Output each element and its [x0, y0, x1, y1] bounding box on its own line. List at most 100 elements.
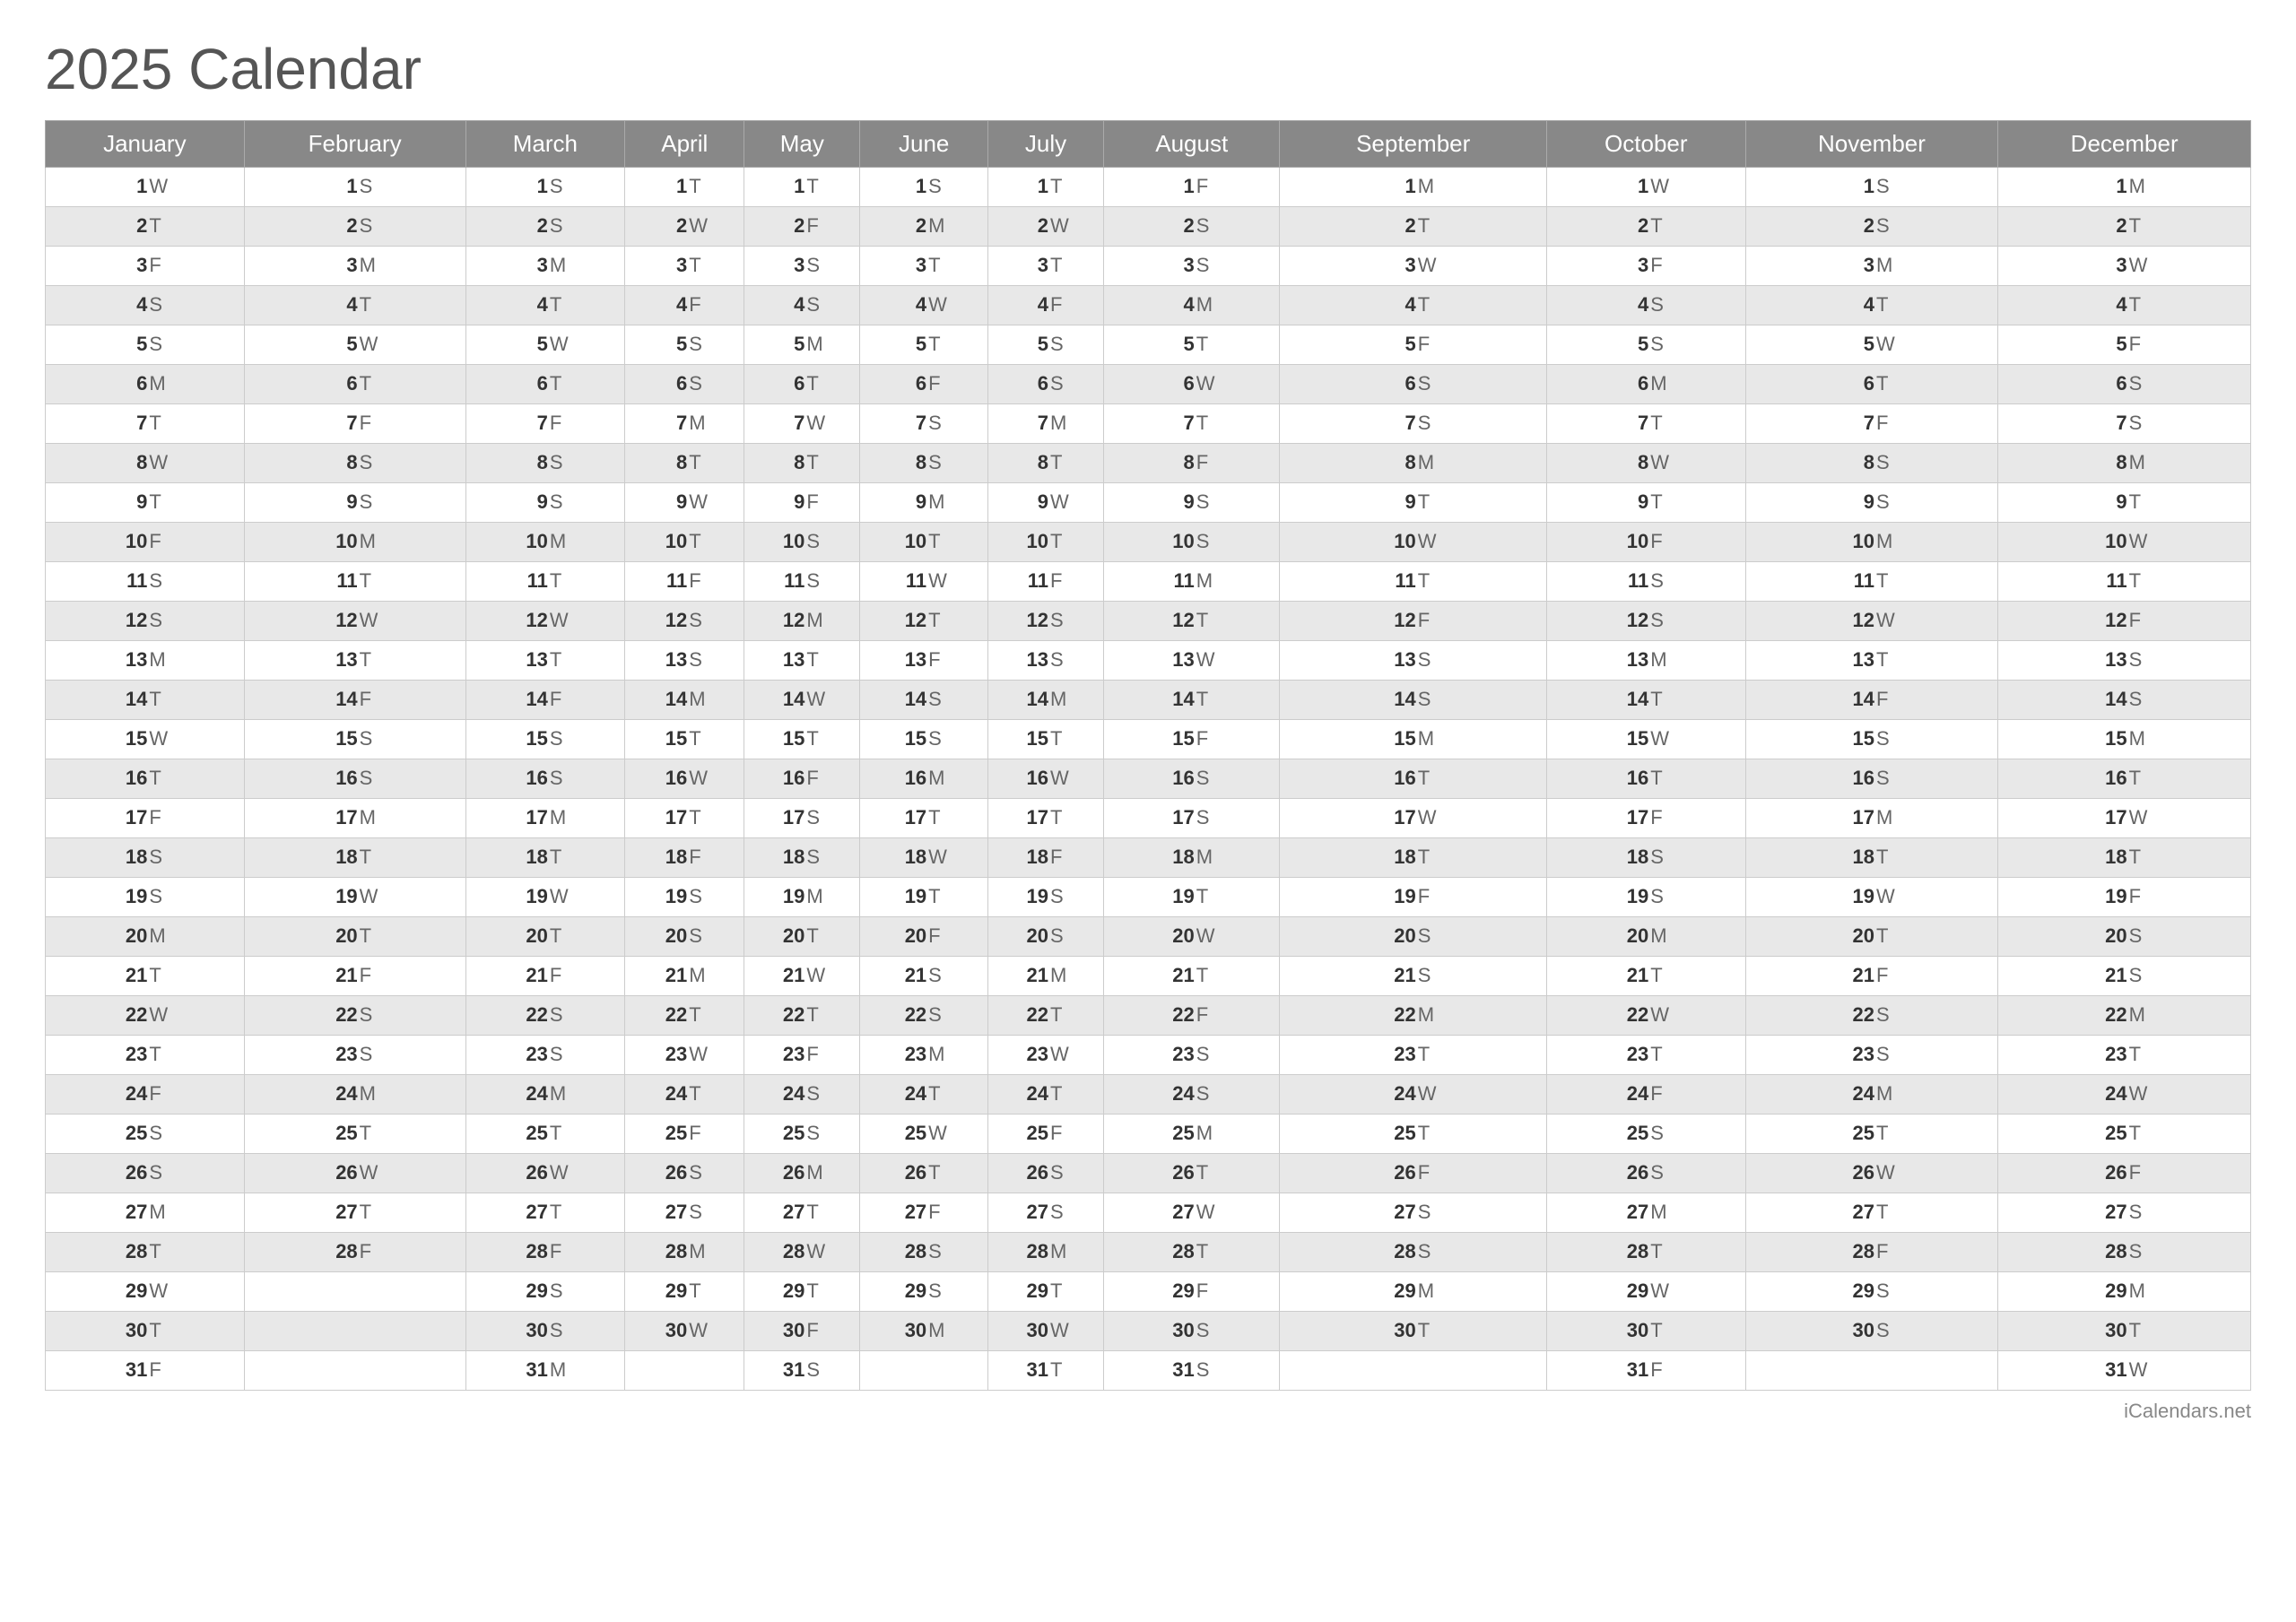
day-number: 7: [1170, 412, 1195, 435]
day-cell: 14F: [1745, 681, 1998, 720]
day-letter: T: [1650, 1319, 1668, 1342]
day-number: 26: [662, 1161, 687, 1184]
day-cell: 13S: [1998, 641, 2251, 681]
day-cell: 4W: [860, 286, 988, 325]
day-cell: 1T: [744, 168, 860, 207]
day-cell: 12T: [860, 602, 988, 641]
day-letter: T: [928, 1082, 946, 1106]
day-cell: 23S: [465, 1036, 624, 1075]
day-cell: 29M: [1280, 1272, 1546, 1312]
day-letter: M: [550, 1358, 568, 1382]
table-row: 11S11T11T11F11S11W11F11M11T11S11T11T: [46, 562, 2251, 602]
day-letter: W: [1876, 1161, 1894, 1184]
day-letter: S: [928, 451, 946, 474]
day-cell: 7T: [1546, 404, 1745, 444]
day-letter: S: [1050, 609, 1068, 632]
day-number: 5: [523, 333, 548, 356]
day-number: 26: [333, 1161, 358, 1184]
day-cell: 3W: [1998, 247, 2251, 286]
day-number: 6: [1023, 372, 1048, 395]
day-cell: [1280, 1351, 1546, 1391]
day-number: 24: [122, 1082, 147, 1106]
day-cell: 21W: [744, 957, 860, 996]
day-number: 7: [1023, 412, 1048, 435]
day-number: 22: [1849, 1003, 1874, 1027]
day-letter: M: [2129, 1279, 2147, 1303]
day-cell: 10F: [46, 523, 245, 562]
day-number: 21: [122, 964, 147, 987]
day-letter: T: [928, 333, 946, 356]
day-letter: F: [1418, 333, 1436, 356]
day-cell: 29F: [1103, 1272, 1279, 1312]
day-letter: T: [689, 1279, 707, 1303]
day-cell: 17F: [1546, 799, 1745, 838]
day-letter: F: [928, 924, 946, 948]
day-letter: T: [149, 1043, 167, 1066]
day-number: 14: [122, 688, 147, 711]
day-letter: F: [1050, 846, 1068, 869]
day-cell: 26S: [988, 1154, 1104, 1193]
day-cell: 16W: [625, 759, 744, 799]
day-letter: M: [2129, 175, 2147, 198]
day-letter: W: [806, 688, 824, 711]
day-cell: 22T: [744, 996, 860, 1036]
table-row: 8W8S8S8T8T8S8T8F8M8W8S8M: [46, 444, 2251, 483]
day-letter: S: [360, 767, 378, 790]
day-cell: 25S: [1546, 1115, 1745, 1154]
day-number: 27: [779, 1201, 804, 1224]
day-letter: T: [689, 1003, 707, 1027]
day-cell: 6S: [625, 365, 744, 404]
day-number: 19: [779, 885, 804, 908]
day-number: 1: [2102, 175, 2127, 198]
day-letter: S: [1876, 1319, 1894, 1342]
day-letter: M: [1650, 372, 1668, 395]
day-number: 10: [1849, 530, 1874, 553]
table-row: 19S19W19W19S19M19T19S19T19F19S19W19F: [46, 878, 2251, 917]
day-number: 27: [1391, 1201, 1416, 1224]
day-cell: 18T: [244, 838, 465, 878]
day-letter: F: [1650, 806, 1668, 829]
day-letter: M: [1196, 846, 1214, 869]
day-number: 19: [1623, 885, 1648, 908]
day-cell: 22T: [988, 996, 1104, 1036]
day-letter: T: [806, 1003, 824, 1027]
day-number: 8: [1170, 451, 1195, 474]
day-number: 7: [901, 412, 926, 435]
day-cell: 12F: [1280, 602, 1546, 641]
day-letter: S: [149, 609, 167, 632]
day-letter: F: [1876, 964, 1894, 987]
day-number: 3: [2102, 254, 2127, 277]
day-cell: 24W: [1998, 1075, 2251, 1115]
day-cell: 13W: [1103, 641, 1279, 681]
day-letter: M: [1876, 806, 1894, 829]
day-letter: S: [1876, 767, 1894, 790]
day-letter: T: [1650, 214, 1668, 238]
day-number: 30: [1391, 1319, 1416, 1342]
day-letter: T: [806, 727, 824, 750]
day-cell: 28T: [46, 1233, 245, 1272]
day-number: 29: [779, 1279, 804, 1303]
day-cell: 1S: [860, 168, 988, 207]
day-number: 17: [1023, 806, 1048, 829]
day-number: 30: [1170, 1319, 1195, 1342]
day-letter: W: [1050, 1043, 1068, 1066]
day-number: 23: [122, 1043, 147, 1066]
day-cell: 30T: [1998, 1312, 2251, 1351]
day-cell: 10T: [860, 523, 988, 562]
table-row: 16T16S16S16W16F16M16W16S16T16T16S16T: [46, 759, 2251, 799]
day-letter: W: [1650, 451, 1668, 474]
day-letter: T: [689, 175, 707, 198]
day-number: 13: [333, 648, 358, 672]
day-number: 22: [1391, 1003, 1416, 1027]
day-cell: 15S: [244, 720, 465, 759]
day-cell: 4T: [1998, 286, 2251, 325]
day-letter: F: [1876, 688, 1894, 711]
day-cell: 28W: [744, 1233, 860, 1272]
day-number: 15: [779, 727, 804, 750]
day-cell: 19S: [1546, 878, 1745, 917]
day-cell: 23T: [46, 1036, 245, 1075]
day-letter: T: [1196, 1161, 1214, 1184]
day-cell: 20W: [1103, 917, 1279, 957]
day-cell: 30T: [1546, 1312, 1745, 1351]
day-letter: F: [689, 293, 707, 317]
